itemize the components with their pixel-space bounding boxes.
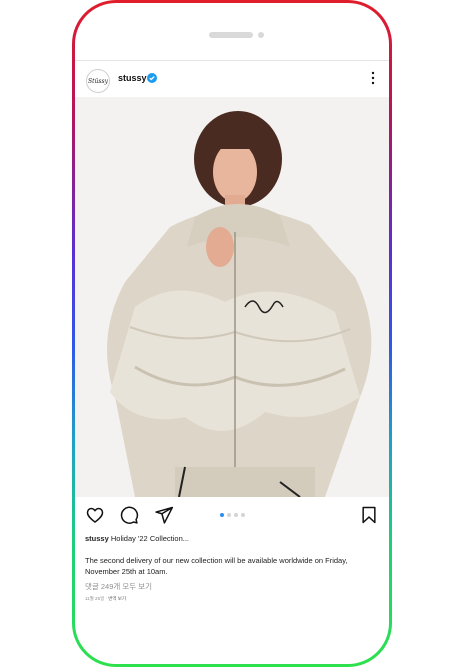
carousel-dot-active — [220, 513, 224, 517]
carousel-dot — [241, 513, 245, 517]
carousel-dot — [234, 513, 238, 517]
post-description: The second delivery of our new collectio… — [85, 556, 348, 576]
post-photo[interactable] — [75, 97, 389, 497]
caption-line: stussy Holiday '22 Collection... — [85, 534, 189, 543]
puffer-jacket-model-illustration — [75, 97, 389, 497]
phone-frame: Stüssy stussy stussy Holiday '22 Collect… — [72, 0, 392, 667]
comment-icon[interactable] — [119, 505, 139, 525]
phone-camera — [258, 32, 264, 38]
carousel-dot — [227, 513, 231, 517]
avatar-logo: Stüssy — [88, 77, 108, 85]
avatar[interactable]: Stüssy — [86, 69, 110, 93]
post-date: 11월 25일 — [85, 596, 105, 601]
carousel-indicator — [220, 513, 245, 517]
post-meta: 11월 25일 · 번역 보기 — [85, 596, 127, 601]
phone-screen: Stüssy stussy stussy Holiday '22 Collect… — [75, 3, 389, 664]
heart-icon[interactable] — [85, 505, 105, 525]
post-action-bar — [75, 501, 389, 531]
translate-link[interactable]: 번역 보기 — [108, 596, 126, 601]
divider — [75, 60, 389, 61]
bookmark-icon[interactable] — [359, 505, 379, 525]
caption-preview[interactable]: Holiday '22 Collection... — [111, 534, 189, 543]
verified-badge-icon — [147, 73, 157, 83]
caption-username[interactable]: stussy — [85, 534, 109, 543]
more-options-icon[interactable] — [370, 70, 376, 86]
share-icon[interactable] — [154, 505, 174, 525]
phone-speaker — [209, 32, 253, 38]
view-all-comments-link[interactable]: 댓글 249개 모두 보기 — [85, 581, 152, 592]
post-username[interactable]: stussy — [118, 73, 147, 83]
post-header: Stüssy stussy — [75, 66, 389, 96]
